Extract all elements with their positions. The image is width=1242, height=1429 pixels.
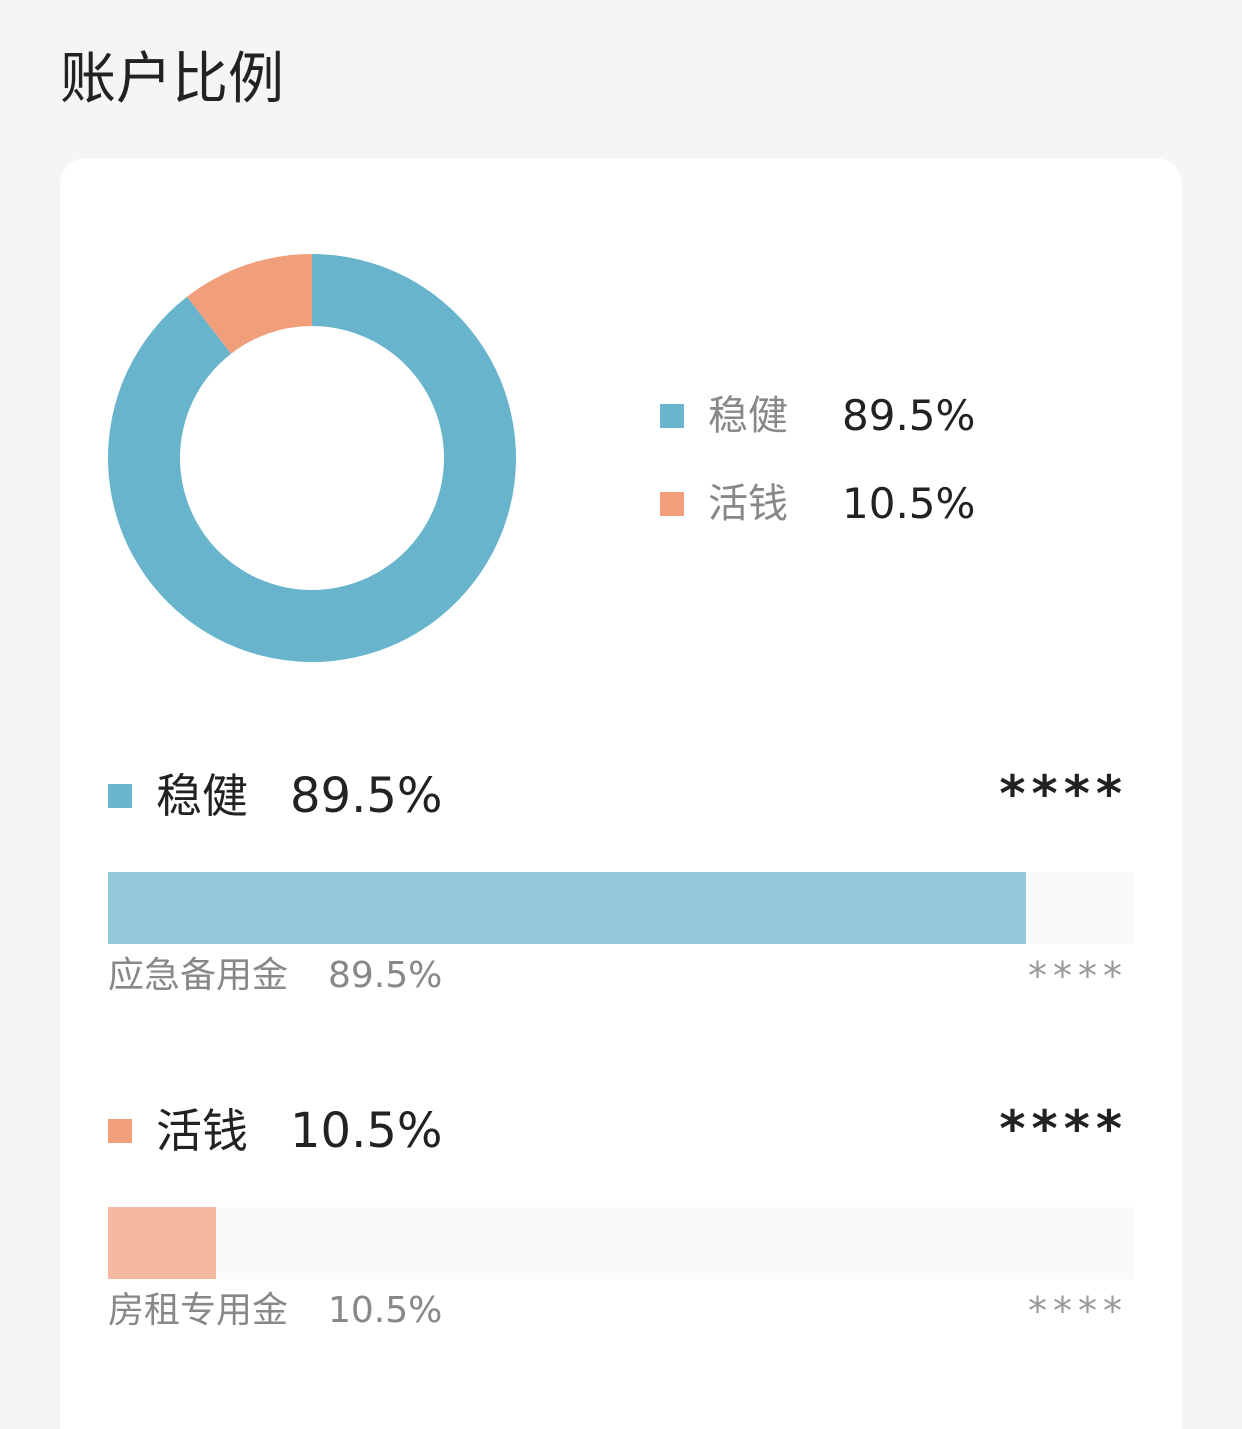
- donut-slices: [108, 254, 516, 662]
- sub-account-amount-masked: ****: [1028, 1289, 1128, 1333]
- legend-label: 活钱: [708, 481, 788, 527]
- sub-account-amount-masked: ****: [1028, 954, 1128, 998]
- progress-bar-fill: [108, 872, 1027, 944]
- progress-bar-fill: [108, 1207, 216, 1279]
- progress-bar-track: [108, 872, 1134, 944]
- legend-item-stable: 稳健 89.5%: [660, 382, 1080, 470]
- category-name: 稳健: [156, 769, 248, 823]
- category-amount-masked: ****: [999, 1100, 1128, 1158]
- legend-swatch-stable: [660, 404, 684, 428]
- category-swatch-stable: [108, 784, 132, 808]
- legend-value: 89.5%: [842, 391, 976, 440]
- legend-label: 稳健: [708, 393, 788, 439]
- category-liquid[interactable]: 活钱 10.5% **** 房租专用金 10.5% ****: [108, 1097, 1134, 1347]
- page-title: 账户比例: [60, 47, 284, 112]
- category-stable[interactable]: 稳健 89.5% **** 应急备用金 89.5% ****: [108, 762, 1134, 1012]
- sub-account-percent: 10.5%: [328, 1290, 443, 1331]
- category-name: 活钱: [156, 1104, 248, 1158]
- sub-account-name: 应急备用金: [108, 955, 289, 996]
- account-ratio-card: 稳健 89.5% 活钱 10.5% 稳健 89.5% **** 应急备用金 89…: [60, 158, 1182, 1429]
- donut-chart: [108, 254, 516, 662]
- chart-legend: 稳健 89.5% 活钱 10.5%: [660, 382, 1080, 558]
- legend-swatch-liquid: [660, 492, 684, 516]
- category-swatch-liquid: [108, 1119, 132, 1143]
- category-percent: 10.5%: [290, 1103, 443, 1159]
- category-percent: 89.5%: [290, 768, 443, 824]
- progress-bar-track: [108, 1207, 1134, 1279]
- sub-account-percent: 89.5%: [328, 955, 443, 996]
- legend-value: 10.5%: [842, 479, 976, 528]
- category-amount-masked: ****: [999, 765, 1128, 823]
- sub-account-name: 房租专用金: [108, 1290, 289, 1331]
- legend-item-liquid: 活钱 10.5%: [660, 470, 1080, 558]
